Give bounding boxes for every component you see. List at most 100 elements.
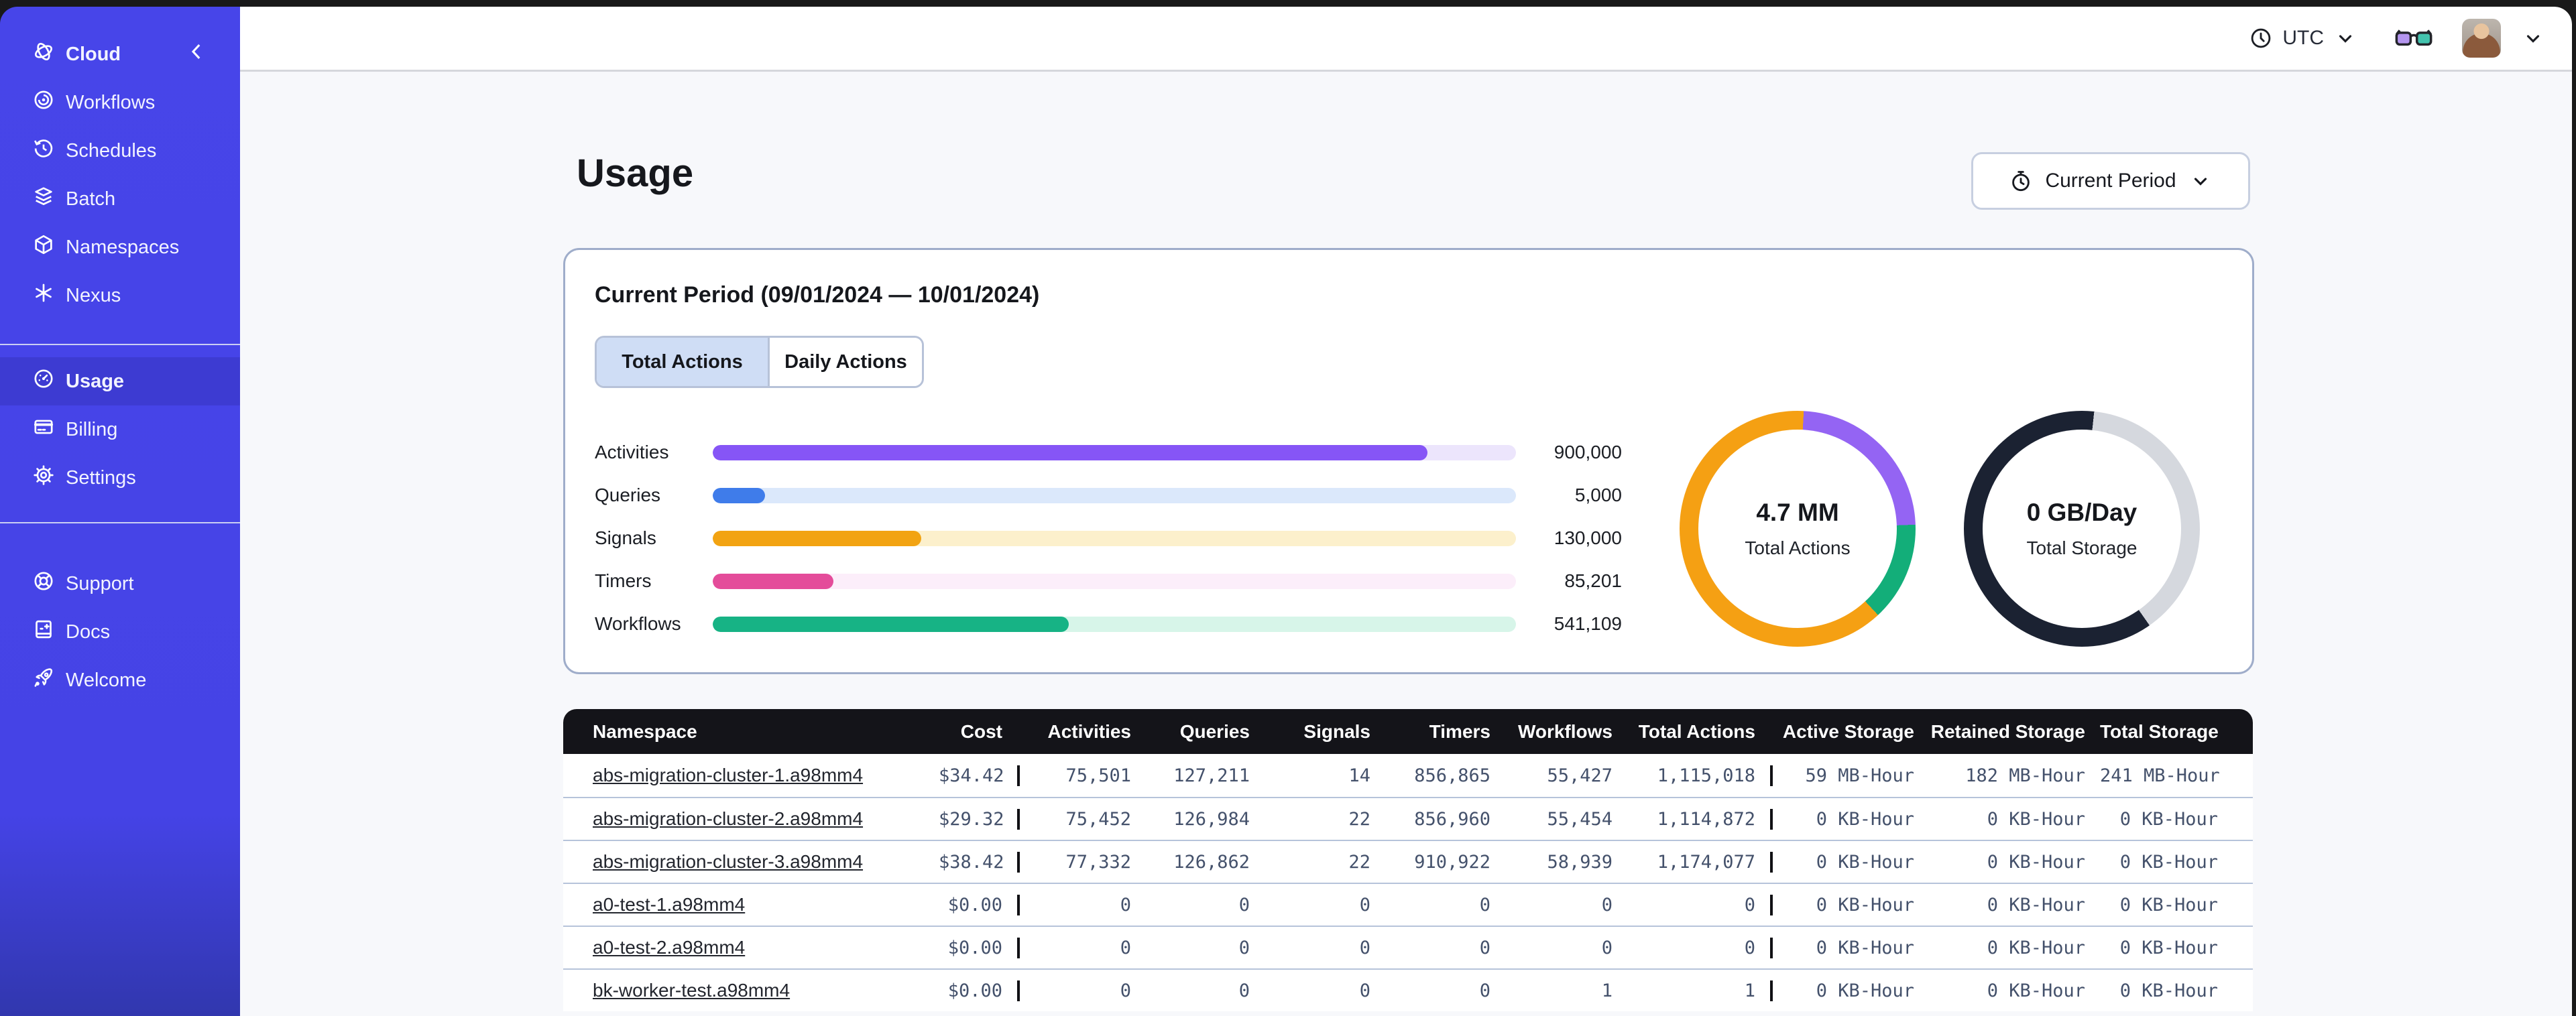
retained-storage-cell: 0 KB-Hour xyxy=(1987,980,2085,1001)
timers-cell: 0 xyxy=(1479,980,1490,1001)
bar-row-activities: Activities 900,000 xyxy=(595,431,1651,474)
settings-gear-icon xyxy=(32,464,55,492)
activities-cell: 75,452 xyxy=(1017,808,1146,830)
bar-label: Workflows xyxy=(595,613,681,634)
bar-fill xyxy=(713,487,765,503)
schedules-icon xyxy=(32,137,55,165)
collapse-sidebar-icon[interactable] xyxy=(185,40,208,68)
user-avatar[interactable] xyxy=(2462,19,2501,58)
signals-cell: 22 xyxy=(1348,808,1370,830)
usage-card-title: Current Period (09/01/2024 — 10/01/2024) xyxy=(595,282,1040,308)
queries-cell: 0 xyxy=(1238,937,1250,958)
workflows-cell: 1 xyxy=(1601,980,1613,1001)
sidebar-item-docs[interactable]: Docs xyxy=(0,608,240,656)
namespace-usage-table: Namespace Cost Activities Queries Signal… xyxy=(563,709,2253,1011)
sidebar-divider xyxy=(0,522,240,523)
period-select-button[interactable]: Current Period xyxy=(1971,152,2250,210)
timezone-selector[interactable]: UTC xyxy=(2249,26,2357,50)
sidebar-item-label: Docs xyxy=(66,621,111,643)
sidebar-item-support[interactable]: Support xyxy=(0,560,240,608)
namespace-link[interactable]: a0-test-1.a98mm4 xyxy=(593,894,745,915)
bar-row-queries: Queries 5,000 xyxy=(595,474,1651,517)
total-storage-cell: 0 KB-Hour xyxy=(2119,980,2218,1001)
cost-cell: $0.00 xyxy=(947,894,1002,915)
timers-cell: 910,922 xyxy=(1414,851,1490,873)
stopwatch-icon xyxy=(2012,171,2030,192)
sidebar-item-label: Schedules xyxy=(66,139,157,162)
bar-track xyxy=(713,487,1516,503)
sidebar-divider xyxy=(0,344,240,345)
total-storage-cell: 0 KB-Hour xyxy=(2119,851,2218,873)
namespace-link[interactable]: a0-test-2.a98mm4 xyxy=(593,937,745,958)
signals-cell: 0 xyxy=(1359,980,1370,1001)
tab-daily-actions[interactable]: Daily Actions xyxy=(768,338,922,386)
total-storage-cell: 0 KB-Hour xyxy=(2119,808,2218,830)
bar-fill xyxy=(713,616,1069,632)
sidebar-item-settings[interactable]: Settings xyxy=(0,454,240,502)
retained-storage-cell: 0 KB-Hour xyxy=(1987,937,2085,958)
sidebar-item-usage[interactable]: Usage xyxy=(0,357,240,405)
page-content: Usage Current Period Current Period (09/… xyxy=(240,72,2572,1016)
namespace-link[interactable]: bk-worker-test.a98mm4 xyxy=(593,980,790,1001)
sidebar-item-batch[interactable]: Batch xyxy=(0,175,240,223)
timers-cell: 0 xyxy=(1479,937,1490,958)
table-row: bk-worker-test.a98mm4 $0.00 0 0 0 0 1 1 … xyxy=(563,968,2253,1011)
bar-fill xyxy=(713,573,833,589)
activities-cell: 77,332 xyxy=(1017,851,1146,873)
queries-cell: 0 xyxy=(1238,894,1250,915)
workflows-cell: 0 xyxy=(1601,937,1613,958)
sidebar-brand-cloud[interactable]: Cloud xyxy=(0,30,240,78)
activities-cell: 75,501 xyxy=(1017,765,1146,786)
signals-cell: 14 xyxy=(1348,765,1370,786)
cost-cell: $38.42 xyxy=(939,851,1004,873)
sidebar-item-workflows[interactable]: Workflows xyxy=(0,78,240,127)
retained-storage-cell: 182 MB-Hour xyxy=(1965,765,2085,786)
col-workflows: Workflows xyxy=(1517,720,1613,742)
period-button-label: Current Period xyxy=(2045,170,2176,192)
sidebar-item-label: Billing xyxy=(66,418,118,440)
table-row: abs-migration-cluster-2.a98mm4 $29.32 75… xyxy=(563,797,2253,840)
bar-row-workflows: Workflows 541,109 xyxy=(595,602,1651,645)
activities-cell: 0 xyxy=(1017,937,1146,958)
donut-caption: Total Storage xyxy=(2026,537,2138,558)
table-row: a0-test-1.a98mm4 $0.00 0 0 0 0 0 0 0 KB-… xyxy=(563,883,2253,926)
sidebar-item-nexus[interactable]: Nexus xyxy=(0,271,240,320)
timers-cell: 856,960 xyxy=(1414,808,1490,830)
retained-storage-cell: 0 KB-Hour xyxy=(1987,851,2085,873)
total-actions-cell: 0 xyxy=(1744,937,1755,958)
bar-fill xyxy=(713,530,922,546)
active-storage-cell: 0 KB-Hour xyxy=(1770,851,1929,873)
sidebar-item-billing[interactable]: Billing xyxy=(0,405,240,454)
bar-track xyxy=(713,616,1516,632)
signals-cell: 0 xyxy=(1359,937,1370,958)
timezone-label: UTC xyxy=(2282,27,2324,49)
sidebar-item-schedules[interactable]: Schedules xyxy=(0,127,240,175)
col-timers: Timers xyxy=(1429,720,1490,742)
active-storage-cell: 0 KB-Hour xyxy=(1770,894,1929,915)
sidebar-item-welcome[interactable]: Welcome xyxy=(0,656,240,704)
tab-total-actions[interactable]: Total Actions xyxy=(597,338,768,386)
total-actions-cell: 0 xyxy=(1744,894,1755,915)
bar-value: 130,000 xyxy=(1554,527,1622,548)
activities-cell: 0 xyxy=(1017,980,1146,1001)
table-row: abs-migration-cluster-3.a98mm4 $38.42 77… xyxy=(563,840,2253,883)
namespace-link[interactable]: abs-migration-cluster-3.a98mm4 xyxy=(593,851,863,872)
active-storage-cell: 0 KB-Hour xyxy=(1770,808,1929,830)
glasses-icon[interactable] xyxy=(2395,25,2433,52)
table-header-row: Namespace Cost Activities Queries Signal… xyxy=(563,709,2253,754)
bar-value: 5,000 xyxy=(1574,485,1622,505)
donut-center: 0 GB/Day Total Storage xyxy=(1983,430,2181,628)
namespace-link[interactable]: abs-migration-cluster-2.a98mm4 xyxy=(593,808,863,829)
actions-view-toggle: Total Actions Daily Actions xyxy=(595,336,924,388)
total-actions-cell: 1,115,018 xyxy=(1657,765,1755,786)
usage-summary-card: Current Period (09/01/2024 — 10/01/2024)… xyxy=(563,248,2254,674)
namespace-link[interactable]: abs-migration-cluster-1.a98mm4 xyxy=(593,765,863,785)
account-chevron-down-icon[interactable] xyxy=(2521,26,2545,50)
sidebar-item-label: Workflows xyxy=(66,91,156,113)
active-storage-cell: 0 KB-Hour xyxy=(1770,980,1929,1001)
donut-value: 0 GB/Day xyxy=(2026,499,2138,526)
queries-cell: 0 xyxy=(1238,980,1250,1001)
total-actions-donut: 4.7 MM Total Actions xyxy=(1680,411,1916,647)
col-active-storage: Active Storage xyxy=(1782,720,1914,742)
sidebar-item-namespaces[interactable]: Namespaces xyxy=(0,223,240,271)
